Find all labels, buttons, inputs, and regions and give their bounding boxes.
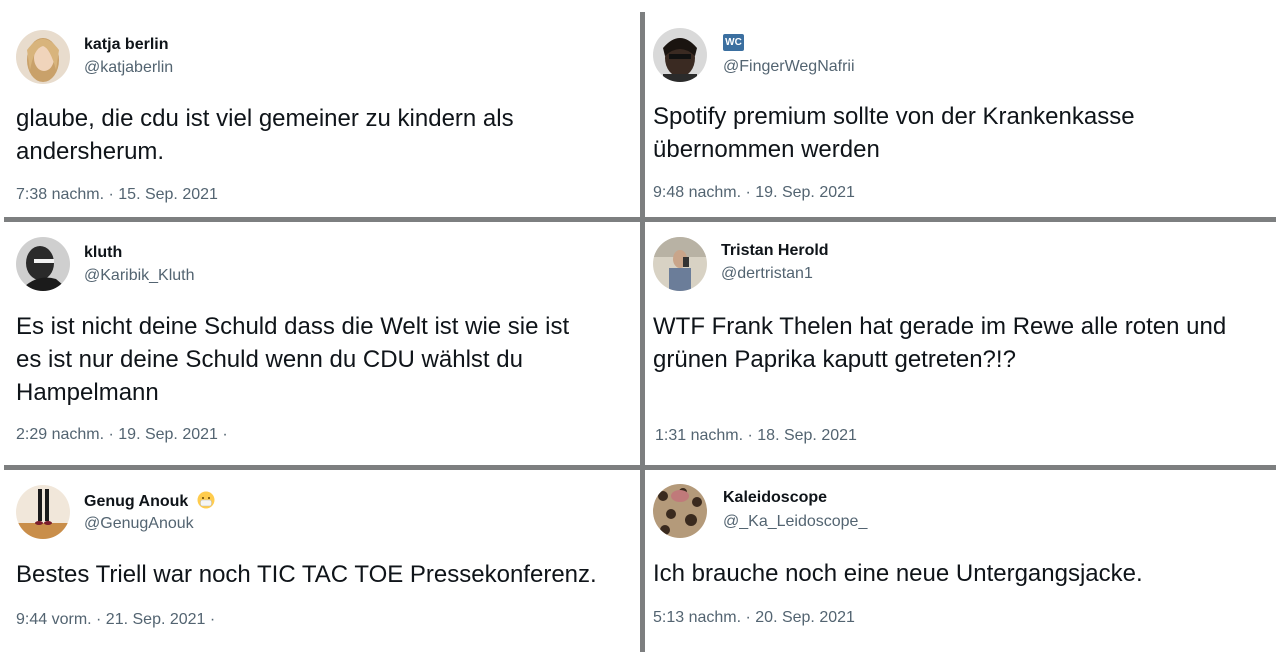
tweet-collage: katja berlin @katjaberlin glaube, die cd… xyxy=(0,0,1280,666)
tweet-timestamp[interactable]: 5:13 nachm. · 20. Sep. 2021 xyxy=(653,609,855,627)
display-name[interactable]: Tristan Herold xyxy=(721,242,829,260)
user-handle[interactable]: @Karibik_Kluth xyxy=(84,267,195,285)
display-name-text: Genug Anouk xyxy=(84,493,189,510)
user-handle[interactable]: @_Ka_Leidoscope_ xyxy=(723,513,867,531)
tweet-timestamp[interactable]: 7:38 nachm. · 15. Sep. 2021 xyxy=(16,186,218,204)
display-name[interactable]: kluth xyxy=(84,244,122,262)
tweet-card-genuganouk[interactable]: Genug Anouk @GenugAnouk Bestes Triell wa… xyxy=(0,471,640,651)
avatar[interactable] xyxy=(16,30,70,84)
tweet-text: Spotify premium sollte von der Krankenka… xyxy=(653,103,1135,163)
tweet-timestamp[interactable]: 1:31 nachm. · 18. Sep. 2021 xyxy=(655,427,857,445)
tweet-text: Es ist nicht deine Schuld dass die Welt … xyxy=(16,313,570,406)
user-handle[interactable]: @katjaberlin xyxy=(84,59,173,77)
tweet-text: WTF Frank Thelen hat gerade im Rewe alle… xyxy=(653,313,1227,373)
tweet-card-dertristan1[interactable]: Tristan Herold @dertristan1 WTF Frank Th… xyxy=(645,223,1275,463)
horizontal-divider-bottom xyxy=(4,465,1276,470)
avatar[interactable] xyxy=(16,237,70,291)
wc-badge-icon: WC xyxy=(723,34,744,51)
tweet-card-fingerwegnafrii[interactable]: WC @FingerWegNafrii Spotify premium soll… xyxy=(645,14,1270,216)
user-handle[interactable]: @FingerWegNafrii xyxy=(723,58,855,76)
tweet-card-katjaberlin[interactable]: katja berlin @katjaberlin glaube, die cd… xyxy=(0,14,640,216)
display-name[interactable]: Kaleidoscope xyxy=(723,489,827,507)
tweet-timestamp[interactable]: 2:29 nachm. · 19. Sep. 2021 · xyxy=(16,426,228,444)
avatar[interactable] xyxy=(653,237,707,291)
user-handle[interactable]: @dertristan1 xyxy=(721,265,813,283)
display-name[interactable]: Genug Anouk xyxy=(84,491,215,511)
tweet-card-kluth[interactable]: kluth @Karibik_Kluth Es ist nicht deine … xyxy=(0,223,640,463)
tweet-text: Bestes Triell war noch TIC TAC TOE Press… xyxy=(16,561,597,588)
tweet-timestamp[interactable]: 9:44 vorm. · 21. Sep. 2021 · xyxy=(16,611,215,629)
horizontal-divider-top xyxy=(4,217,1276,222)
display-name[interactable]: katja berlin xyxy=(84,36,168,54)
avatar[interactable] xyxy=(16,485,70,539)
tweet-card-kaleidoscope[interactable]: Kaleidoscope @_Ka_Leidoscope_ Ich brauch… xyxy=(645,471,1275,651)
vertical-divider xyxy=(640,12,645,652)
tweet-timestamp[interactable]: 9:48 nachm. · 19. Sep. 2021 xyxy=(653,184,855,202)
avatar[interactable] xyxy=(653,484,707,538)
face-with-medical-mask-icon xyxy=(197,491,215,509)
tweet-text: glaube, die cdu ist viel gemeiner zu kin… xyxy=(16,105,514,165)
avatar[interactable] xyxy=(653,28,707,82)
tweet-text: Ich brauche noch eine neue Untergangsjac… xyxy=(653,560,1143,587)
user-handle[interactable]: @GenugAnouk xyxy=(84,515,194,533)
